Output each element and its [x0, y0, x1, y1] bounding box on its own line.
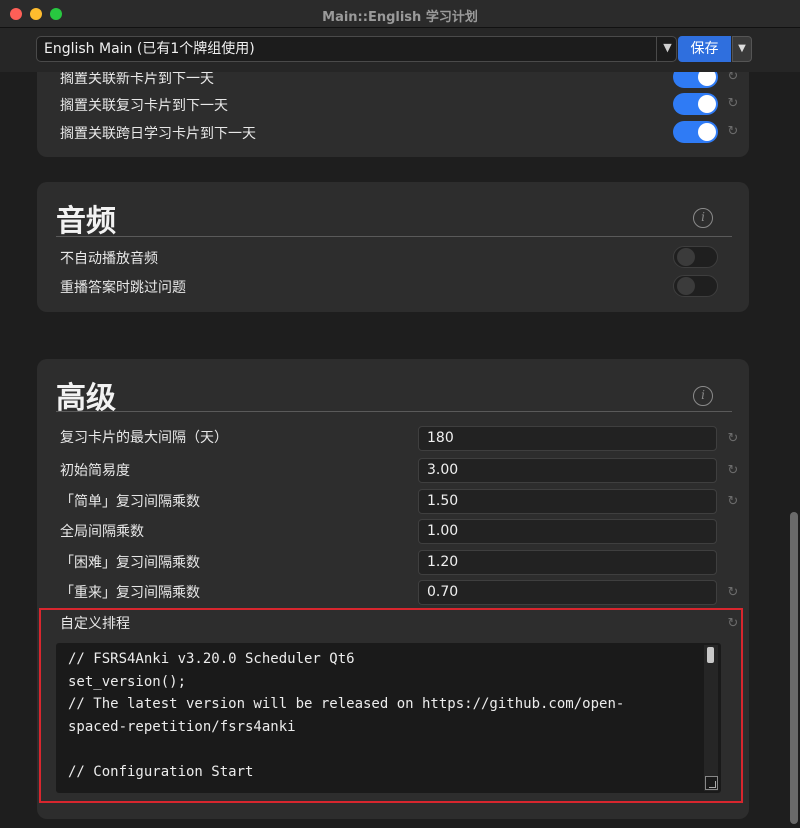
bury-new-toggle[interactable]: [673, 72, 718, 88]
revert-icon[interactable]: ↻: [726, 586, 740, 600]
revert-icon[interactable]: ↻: [726, 72, 740, 84]
easy-bonus-input[interactable]: 1.50: [418, 489, 717, 514]
revert-icon[interactable]: ↻: [726, 97, 740, 111]
revert-icon[interactable]: ↻: [726, 125, 740, 139]
audio-card: 音频 i 不自动播放音频 重播答案时跳过问题: [37, 182, 749, 312]
window-scroll-thumb[interactable]: [790, 512, 798, 824]
revert-icon[interactable]: ↻: [726, 432, 740, 446]
bury-new-label: 搁置关联新卡片到下一天: [60, 72, 214, 87]
starting-ease-label: 初始简易度: [60, 463, 130, 479]
options-scroll-area[interactable]: 搁置关联新卡片到下一天 ↻ 搁置关联复习卡片到下一天 ↻ 搁置关联跨日学习卡片到…: [0, 72, 788, 828]
revert-icon[interactable]: ↻: [726, 464, 740, 478]
hard-interval-input[interactable]: 1.20: [418, 550, 717, 575]
audio-section-title: 音频: [56, 204, 116, 239]
max-interval-label: 复习卡片的最大间隔（天）: [60, 430, 228, 446]
save-options-chevron-icon[interactable]: ▼: [732, 36, 752, 62]
revert-icon[interactable]: ↻: [726, 495, 740, 509]
preset-select-value: English Main (已有1个牌组使用): [44, 41, 255, 57]
starting-ease-input[interactable]: 3.00: [418, 458, 717, 483]
new-interval-label: 「重来」复习间隔乘数: [60, 585, 200, 601]
bury-interday-toggle[interactable]: [673, 121, 718, 143]
section-divider: [56, 236, 732, 237]
bury-review-toggle[interactable]: [673, 93, 718, 115]
interval-modifier-input[interactable]: 1.00: [418, 519, 717, 544]
window-title: Main::English 学习计划: [322, 10, 478, 25]
window-scrollbar[interactable]: [788, 72, 800, 828]
skip-question-toggle[interactable]: [673, 275, 718, 297]
max-interval-input[interactable]: 180: [418, 426, 717, 451]
save-button[interactable]: 保存: [678, 36, 731, 62]
skip-question-label: 重播答案时跳过问题: [60, 280, 186, 296]
new-interval-input[interactable]: 0.70: [418, 580, 717, 605]
interval-modifier-label: 全局间隔乘数: [60, 524, 144, 540]
burying-card: 搁置关联新卡片到下一天 ↻ 搁置关联复习卡片到下一天 ↻ 搁置关联跨日学习卡片到…: [37, 72, 749, 157]
info-icon[interactable]: i: [693, 386, 713, 406]
no-autoplay-label: 不自动播放音频: [60, 251, 158, 267]
section-divider: [56, 411, 732, 412]
info-icon[interactable]: i: [693, 208, 713, 228]
bury-interday-label: 搁置关联跨日学习卡片到下一天: [60, 126, 256, 142]
hard-interval-label: 「困难」复习间隔乘数: [60, 555, 200, 571]
title-bar: Main::English 学习计划: [0, 0, 800, 28]
easy-bonus-label: 「简单」复习间隔乘数: [60, 494, 200, 510]
highlight-box: [39, 608, 743, 803]
toolbar: English Main (已有1个牌组使用) ▼ 保存 ▼: [0, 28, 800, 72]
preset-select[interactable]: English Main (已有1个牌组使用): [36, 36, 677, 62]
chevron-down-icon[interactable]: ▼: [656, 36, 678, 62]
bury-review-label: 搁置关联复习卡片到下一天: [60, 98, 228, 114]
no-autoplay-toggle[interactable]: [673, 246, 718, 268]
